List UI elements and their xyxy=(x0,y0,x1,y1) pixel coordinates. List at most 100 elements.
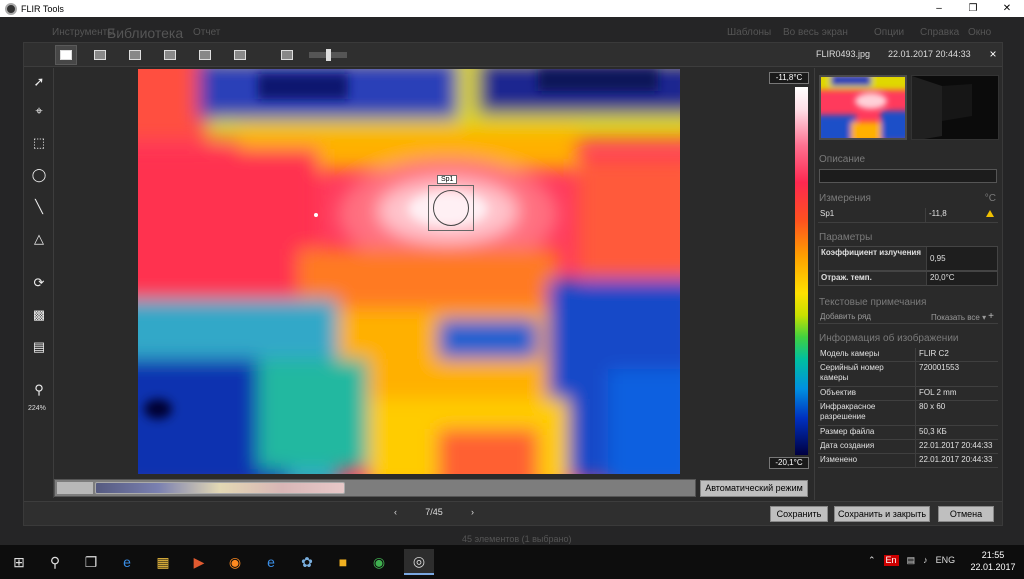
taskbar-app2[interactable]: ■ xyxy=(328,549,358,575)
taskbar-chrome[interactable]: ◉ xyxy=(364,549,394,575)
box-tool-button[interactable]: ⬚ xyxy=(27,131,51,155)
parameter-value[interactable]: 20,0°C xyxy=(927,272,997,285)
task-view-button[interactable]: ❐ xyxy=(76,549,106,575)
arrow-cursor-icon: ➚ xyxy=(33,74,45,89)
info-name: Размер файла xyxy=(818,426,916,439)
zoom-tool-button[interactable]: ⚲ xyxy=(27,378,51,402)
parameter-row-refl-temp[interactable]: Отраж. темп. 20,0°C xyxy=(818,271,998,286)
fit-view-button[interactable] xyxy=(276,45,298,65)
network-icon[interactable]: ▤ xyxy=(907,555,916,566)
parameter-value[interactable]: 0,95 xyxy=(927,247,997,270)
info-name: Инфракрасное разрешение xyxy=(818,401,916,425)
tray-language[interactable]: ENG xyxy=(936,555,956,566)
line-tool-button[interactable]: ╲ xyxy=(27,195,51,219)
close-window-button[interactable]: ✕ xyxy=(990,0,1024,17)
tray-input-indicator[interactable]: En xyxy=(883,555,899,566)
spot-meter-sp1[interactable]: Sp1 xyxy=(428,175,474,231)
view-ir-button[interactable] xyxy=(55,45,77,65)
cancel-button[interactable]: Отмена xyxy=(938,506,994,522)
dialog-footer: ‹ 7/45 › Сохранить Сохранить и закрыть О… xyxy=(24,501,1002,525)
parameter-name: Отраж. темп. xyxy=(819,272,927,285)
image-viewer-dialog: FLIR0493.jpg 22.01.2017 20:44:33 × ➚ ⌖ ⬚… xyxy=(23,42,1003,526)
zoom-slider[interactable] xyxy=(309,49,347,61)
range-slider-left-track xyxy=(57,482,93,494)
measurement-row-sp1[interactable]: Sp1 -11,8 xyxy=(818,208,998,223)
ir-thumbnail[interactable] xyxy=(819,75,907,140)
view-msx-button[interactable] xyxy=(89,45,111,65)
image-pager: ‹ 7/45 › xyxy=(394,507,474,517)
search-button[interactable]: ⚲ xyxy=(40,549,70,575)
view-photo-button[interactable] xyxy=(229,45,251,65)
next-image-button[interactable]: › xyxy=(471,507,474,517)
minimize-button[interactable]: – xyxy=(922,0,956,17)
taskbar-ie[interactable]: e xyxy=(256,549,286,575)
close-dialog-button[interactable]: × xyxy=(987,47,999,61)
save-button[interactable]: Сохранить xyxy=(770,506,828,522)
taskbar-explorer[interactable]: ▦ xyxy=(148,549,178,575)
flir-app-icon: ◎ xyxy=(412,552,426,569)
description-field[interactable] xyxy=(819,169,997,183)
box-area-icon: ⬚ xyxy=(32,135,46,150)
measurements-header: Измерения xyxy=(819,193,871,204)
spot-circle xyxy=(433,190,469,226)
clock-date: 22.01.2017 xyxy=(970,562,1016,572)
start-button[interactable]: ⊞ xyxy=(4,549,34,575)
zoom-slider-handle[interactable] xyxy=(326,49,331,61)
info-value: 22.01.2017 20:44:33 xyxy=(919,441,993,450)
color-bars-icon: ▤ xyxy=(32,339,46,354)
crosshair-icon: ⌖ xyxy=(35,103,43,118)
circle-tool-button[interactable]: ◯ xyxy=(27,163,51,187)
measurement-name: Sp1 xyxy=(818,208,926,222)
temperature-range-slider[interactable] xyxy=(54,479,696,497)
rotate-tool-button[interactable]: ⟳ xyxy=(27,271,51,295)
image-info-header: Информация об изображении xyxy=(819,333,959,344)
triangle-icon: △ xyxy=(34,231,44,246)
rotate-icon: ⟳ xyxy=(33,275,45,290)
parameter-row-emissivity[interactable]: Коэффициент излучения 0,95 xyxy=(818,246,998,271)
msx-view-icon xyxy=(94,50,106,60)
volume-icon[interactable]: ♪ xyxy=(923,555,928,566)
info-row-ir-resolution: Инфракрасное разрешение 80 x 60 xyxy=(818,401,998,426)
view-pip-button[interactable] xyxy=(159,45,181,65)
app2-icon: ■ xyxy=(338,554,348,570)
taskbar-clock[interactable]: 21:55 22.01.2017 xyxy=(966,549,1020,573)
circle-area-icon: ◯ xyxy=(31,167,47,182)
color-scale-bar[interactable] xyxy=(795,87,808,455)
color-alarm-button[interactable]: ▤ xyxy=(27,335,51,359)
bg-library-title: Библиотека xyxy=(107,25,184,41)
select-tool-button[interactable]: ➚ xyxy=(27,70,51,94)
info-row-lens: Объектив FOL 2 mm xyxy=(818,387,998,401)
media-player-icon: ▶ xyxy=(193,553,205,570)
pip-small-view-icon xyxy=(199,50,211,60)
range-slider-window[interactable] xyxy=(95,482,345,494)
delta-tool-button[interactable]: △ xyxy=(27,227,51,251)
taskbar-flir-tools[interactable]: ◎ xyxy=(404,549,434,575)
tray-arrow-icon[interactable]: ⌃ xyxy=(868,555,876,566)
firefox-icon: ◉ xyxy=(228,553,242,570)
auto-mode-button[interactable]: Автоматический режим xyxy=(700,480,808,497)
spot-tool-button[interactable]: ⌖ xyxy=(27,99,51,123)
view-pip2-button[interactable] xyxy=(194,45,216,65)
bg-menu-window: Окно xyxy=(968,27,992,38)
scale-min-value[interactable]: -20,1°C xyxy=(769,457,809,469)
photo-thumbnail[interactable] xyxy=(911,75,999,140)
zoom-level-label: 224% xyxy=(28,405,46,412)
thermal-image[interactable]: Sp1 xyxy=(138,69,680,474)
maximize-button[interactable]: ❐ xyxy=(956,0,990,17)
system-tray: ⌃ En ▤ ♪ ENG xyxy=(868,555,955,566)
taskbar-edge[interactable]: e xyxy=(112,549,142,575)
scale-max-value[interactable]: -11,8°C xyxy=(769,72,809,84)
taskbar: ⊞ ⚲ ❐ e ▦ ▶ ◉ e ✿ ■ ◉ ◎ ⌃ En ▤ ♪ ENG 21:… xyxy=(0,545,1024,579)
bg-report-label: Отчет xyxy=(193,27,221,38)
taskbar-media[interactable]: ▶ xyxy=(184,549,214,575)
parameter-name: Коэффициент излучения xyxy=(819,247,927,270)
taskbar-app[interactable]: ✿ xyxy=(292,549,322,575)
image-area: Sp1 -11,8°C -20,1°C xyxy=(55,68,814,480)
taskbar-firefox[interactable]: ◉ xyxy=(220,549,250,575)
bg-status-text: 45 элементов (1 выбрано) xyxy=(462,534,572,544)
palette-tool-button[interactable]: ▩ xyxy=(27,303,51,327)
add-row-button[interactable]: Добавить ряд + xyxy=(818,311,998,324)
previous-image-button[interactable]: ‹ xyxy=(394,507,397,517)
save-close-button[interactable]: Сохранить и закрыть xyxy=(834,506,930,522)
view-blend-button[interactable] xyxy=(124,45,146,65)
